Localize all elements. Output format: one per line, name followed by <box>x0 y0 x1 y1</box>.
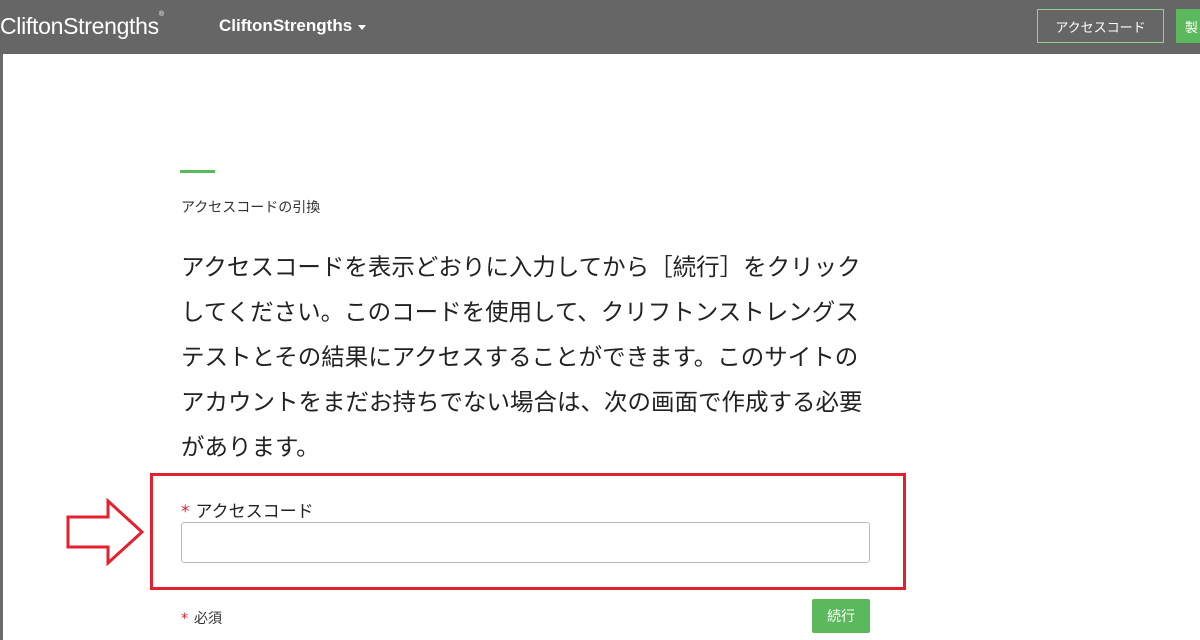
access-code-button[interactable]: アクセスコード <box>1037 9 1164 43</box>
access-code-label-text: アクセスコード <box>195 502 314 522</box>
product-menu-label: CliftonStrengths <box>219 16 353 35</box>
section-title: アクセスコードの引換 <box>181 200 321 216</box>
annotation-arrow-icon <box>66 497 145 567</box>
section-accent-bar <box>180 170 215 173</box>
required-asterisk: * <box>181 611 188 627</box>
required-asterisk: * <box>181 502 190 522</box>
access-code-input[interactable] <box>181 522 870 563</box>
logo-text: CliftonStrengths <box>0 13 159 39</box>
clifton-strengths-logo[interactable]: CliftonStrengths® <box>0 11 164 40</box>
continue-button[interactable]: 続行 <box>812 599 870 633</box>
product-menu-dropdown[interactable]: CliftonStrengths <box>219 16 367 36</box>
chevron-down-icon <box>358 24 367 30</box>
registered-mark: ® <box>158 11 164 18</box>
required-note-text: 必須 <box>194 611 222 627</box>
access-code-label: * アクセスコード <box>181 497 314 522</box>
left-border <box>0 54 3 640</box>
top-nav-bar: CliftonStrengths® CliftonStrengths アクセスコ… <box>0 0 1200 54</box>
buy-button[interactable]: 製 <box>1176 9 1200 43</box>
instructions-text: アクセスコードを表示どおりに入力してから［続行］をクリックしてください。このコー… <box>181 253 863 461</box>
required-note: * 必須 <box>181 608 222 628</box>
